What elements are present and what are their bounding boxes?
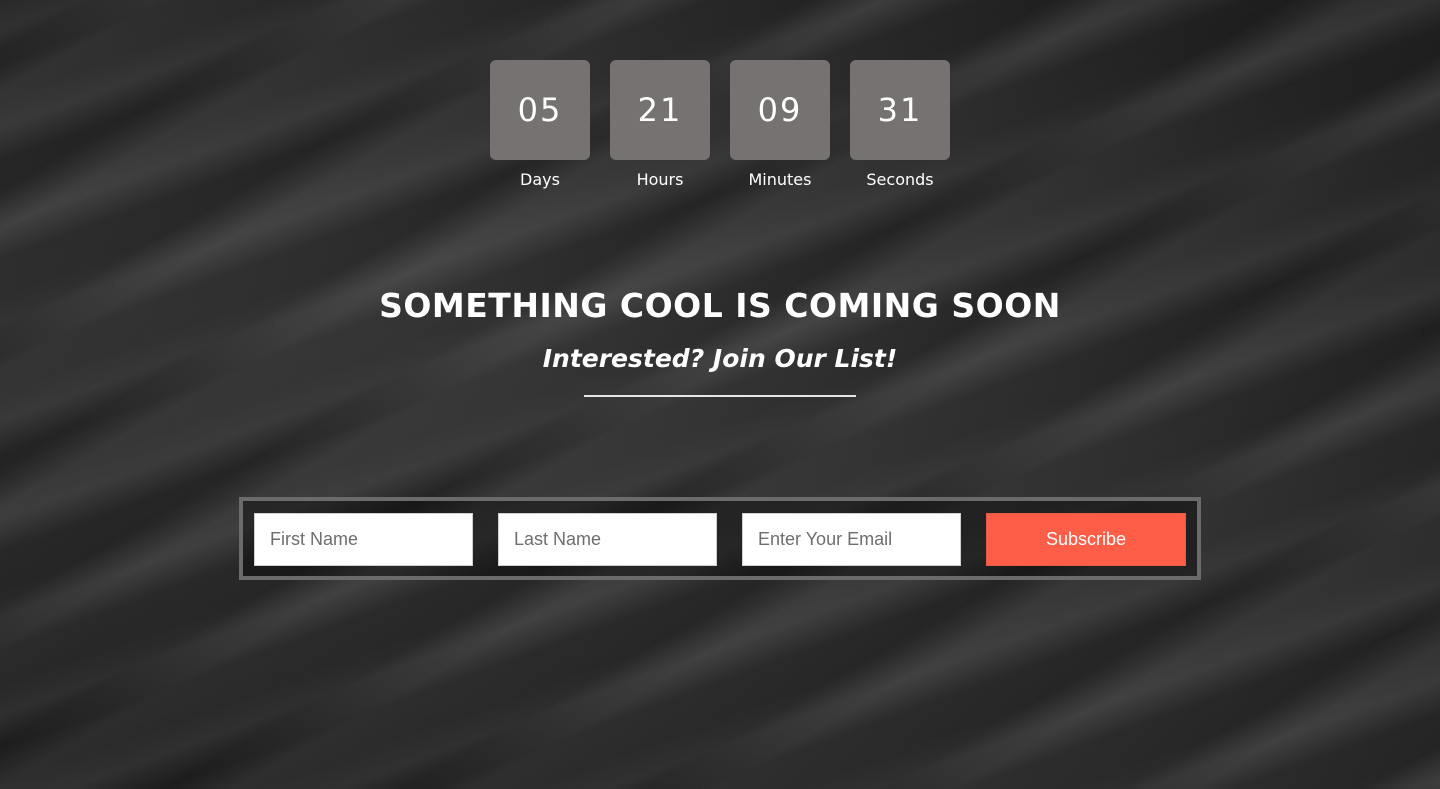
countdown-hours-value: 21 [610, 60, 710, 160]
countdown-hours: 21 Hours [610, 60, 710, 189]
countdown-days: 05 Days [490, 60, 590, 189]
countdown-minutes-label: Minutes [748, 170, 812, 189]
countdown-days-value: 05 [490, 60, 590, 160]
countdown-timer: 05 Days 21 Hours 09 Minutes 31 Seconds [490, 60, 950, 189]
title-divider [584, 395, 856, 397]
countdown-seconds: 31 Seconds [850, 60, 950, 189]
subscribe-button[interactable]: Subscribe [986, 513, 1186, 566]
page-title: SOMETHING COOL IS COMING SOON [379, 286, 1061, 325]
countdown-days-label: Days [520, 170, 560, 189]
countdown-hours-label: Hours [636, 170, 684, 189]
subscribe-form: Subscribe [239, 497, 1201, 580]
last-name-input[interactable] [498, 513, 717, 566]
page-subtitle: Interested? Join Our List! [542, 344, 898, 373]
email-input[interactable] [742, 513, 961, 566]
countdown-minutes-value: 09 [730, 60, 830, 160]
countdown-seconds-label: Seconds [866, 170, 934, 189]
countdown-seconds-value: 31 [850, 60, 950, 160]
first-name-input[interactable] [254, 513, 473, 566]
countdown-minutes: 09 Minutes [730, 60, 830, 189]
